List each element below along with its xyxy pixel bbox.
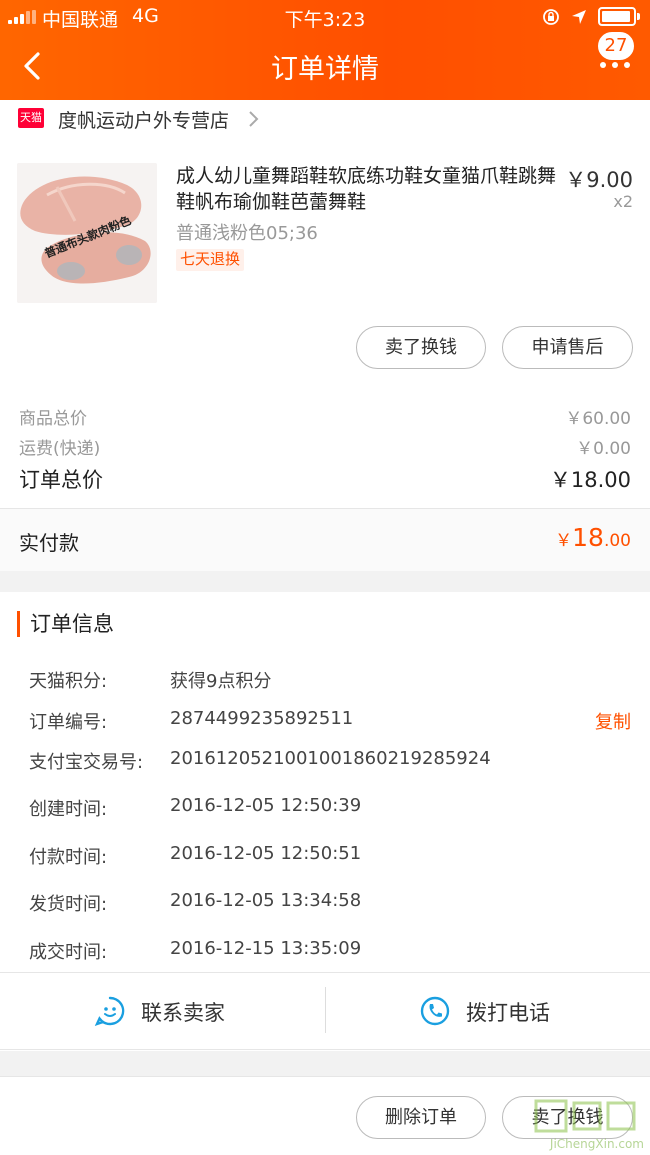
- shipping-label: 运费(快递): [19, 439, 101, 459]
- chat-bubble-icon: [94, 996, 125, 1027]
- info-label-paid: 付款时间:: [29, 847, 108, 868]
- return-policy-tag: 七天退换: [176, 249, 245, 271]
- ballet-shoe-image: 普通布头款肉粉色: [17, 163, 157, 303]
- message-count-badge: 27: [598, 32, 634, 60]
- info-label-shipped: 发货时间:: [29, 894, 108, 915]
- divider-bottom: [0, 1076, 650, 1077]
- battery-icon: [598, 7, 640, 26]
- currency-symbol: ￥: [555, 531, 573, 551]
- info-label-order-no: 订单编号:: [29, 712, 108, 733]
- contact-seller-button[interactable]: 联系卖家: [0, 973, 325, 1051]
- goods-total-row: 商品总价 ￥60.00: [0, 404, 650, 429]
- watermark-logo-icon: [534, 1099, 636, 1133]
- shipping-value: ￥0.00: [576, 439, 631, 459]
- unit-price: ￥9.00: [565, 168, 633, 192]
- goods-total-label: 商品总价: [19, 409, 87, 429]
- actual-payment-label: 实付款: [19, 531, 79, 555]
- sell-for-cash-button[interactable]: 卖了换钱: [356, 326, 486, 369]
- call-phone-button[interactable]: 拨打电话: [325, 973, 650, 1051]
- info-label-created: 创建时间:: [29, 799, 108, 820]
- payment-decimal: .00: [603, 531, 631, 551]
- sku-spec: 普通浅粉色05;36: [176, 223, 318, 244]
- order-total-value: ￥18.00: [549, 468, 631, 492]
- apply-after-sale-button[interactable]: 申请售后: [502, 326, 633, 369]
- info-value-paid: 2016-12-05 12:50:51: [170, 843, 362, 864]
- status-bar: 中国联通 4G 下午3:23: [0, 0, 650, 34]
- tmall-logo: 天猫: [18, 108, 44, 128]
- info-label-alipay-no: 支付宝交易号:: [29, 752, 144, 773]
- more-dots-icon: [600, 62, 630, 68]
- contact-seller-label: 联系卖家: [141, 1001, 225, 1025]
- site-watermark: JiChengXin.com: [520, 1095, 650, 1155]
- product-image[interactable]: 普通布头款肉粉色: [17, 163, 157, 303]
- delete-order-button[interactable]: 删除订单: [356, 1096, 486, 1139]
- call-phone-label: 拨打电话: [466, 1001, 550, 1025]
- info-value-order-no: 2874499235892511: [170, 708, 354, 729]
- order-total-row: 订单总价 ￥18.00: [0, 464, 650, 492]
- goods-total-value: ￥60.00: [565, 409, 631, 429]
- section-gap-bottom: [0, 1051, 650, 1076]
- product-title[interactable]: 成人幼儿童舞蹈鞋软底练功鞋女童猫爪鞋跳舞鞋帆布瑜伽鞋芭蕾舞鞋: [176, 163, 556, 215]
- rotation-lock-icon: [543, 9, 559, 25]
- phone-icon: [420, 996, 450, 1026]
- info-value-completed: 2016-12-15 13:35:09: [170, 938, 362, 959]
- info-value-shipped: 2016-12-05 13:34:58: [170, 890, 362, 911]
- shipping-row: 运费(快递) ￥0.00: [0, 434, 650, 459]
- actual-payment-value: ￥18.00: [555, 523, 631, 552]
- payment-integer: 18: [572, 523, 604, 552]
- page-title: 订单详情: [271, 54, 379, 85]
- more-menu-button[interactable]: 27: [592, 32, 636, 76]
- chevron-right-icon: [249, 111, 259, 127]
- copy-order-number-link[interactable]: 复制: [595, 708, 631, 734]
- shop-row[interactable]: 天猫 度帆运动户外专营店: [0, 100, 650, 140]
- order-total-label: 订单总价: [19, 468, 103, 492]
- contact-bar: 联系卖家 拨打电话: [0, 972, 650, 1050]
- app-header: 中国联通 4G 下午3:23 订单详情 27: [0, 0, 650, 100]
- actual-payment-row: 实付款 ￥18.00: [0, 509, 650, 571]
- watermark-text: JiChengXin.com: [549, 1137, 644, 1151]
- location-arrow-icon: [572, 10, 586, 24]
- info-label-points: 天猫积分:: [29, 671, 108, 692]
- quantity: x2: [613, 192, 633, 211]
- info-value-points: 获得9点积分: [170, 671, 272, 692]
- shop-name: 度帆运动户外专营店: [58, 110, 230, 132]
- order-info-title: 订单信息: [17, 611, 114, 637]
- info-label-completed: 成交时间:: [29, 942, 108, 963]
- info-value-created: 2016-12-05 12:50:39: [170, 795, 362, 816]
- section-gap: [0, 571, 650, 592]
- info-value-alipay-no: 2016120521001001860219285924: [170, 748, 491, 769]
